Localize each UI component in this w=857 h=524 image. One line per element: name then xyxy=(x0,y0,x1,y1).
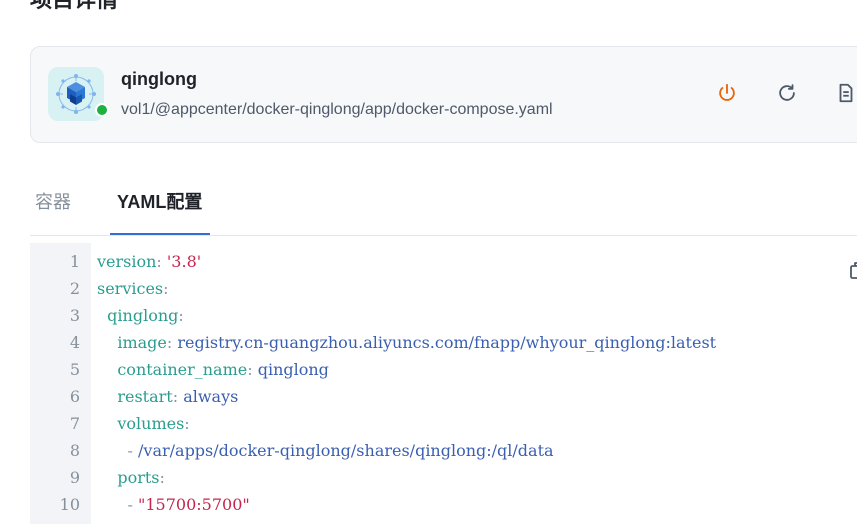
app-card: qinglong vol1/@appcenter/docker-qinglong… xyxy=(30,46,857,143)
line-number: 10 xyxy=(59,495,80,514)
code-line: qinglong: xyxy=(107,306,184,325)
code-line: container_name: qinglong xyxy=(117,360,329,379)
code-line: - /var/apps/docker-qinglong/shares/qingl… xyxy=(127,441,554,460)
copy-button[interactable] xyxy=(848,259,857,281)
app-name: qinglong xyxy=(121,69,197,89)
line-number-gutter: 1 2 3 4 5 6 7 8 9 10 xyxy=(30,243,91,524)
code-line: - "15700:5700" xyxy=(127,495,250,514)
code-line: volumes: xyxy=(117,414,190,433)
power-button[interactable] xyxy=(714,80,740,106)
code-line: image: registry.cn-guangzhou.aliyuncs.co… xyxy=(117,333,717,352)
document-icon xyxy=(839,83,853,103)
line-number: 3 xyxy=(69,306,80,325)
active-tab-indicator xyxy=(110,233,210,235)
line-number: 1 xyxy=(69,252,80,271)
line-number: 2 xyxy=(69,279,80,298)
code-line: version: '3.8' xyxy=(97,252,202,271)
code-line: restart: always xyxy=(117,387,239,406)
page-title: 项目详情 xyxy=(30,0,118,14)
line-number: 8 xyxy=(69,441,80,460)
tab-containers[interactable]: 容器 xyxy=(35,172,71,235)
line-number: 5 xyxy=(69,360,80,379)
running-status-dot xyxy=(95,103,109,117)
restart-button[interactable] xyxy=(774,80,800,106)
code-line: services: xyxy=(97,279,169,298)
yaml-editor[interactable]: 1 2 3 4 5 6 7 8 9 10 version: '3.8' serv… xyxy=(30,243,857,524)
copy-icon xyxy=(850,262,857,279)
code-line: ports: xyxy=(117,468,165,487)
line-number: 4 xyxy=(69,333,80,352)
project-detail-page: 项目详情 xyxy=(0,0,857,524)
line-number: 9 xyxy=(69,468,80,487)
line-number: 7 xyxy=(69,414,80,433)
tab-yaml-config[interactable]: YAML配置 xyxy=(117,172,202,235)
line-number: 6 xyxy=(69,387,80,406)
view-document-button[interactable] xyxy=(833,80,857,106)
restart-icon xyxy=(779,84,795,101)
compose-file-path: vol1/@appcenter/docker-qinglong/app/dock… xyxy=(121,101,553,118)
detail-tabs: 容器 YAML配置 xyxy=(30,172,857,236)
power-icon xyxy=(719,83,735,101)
